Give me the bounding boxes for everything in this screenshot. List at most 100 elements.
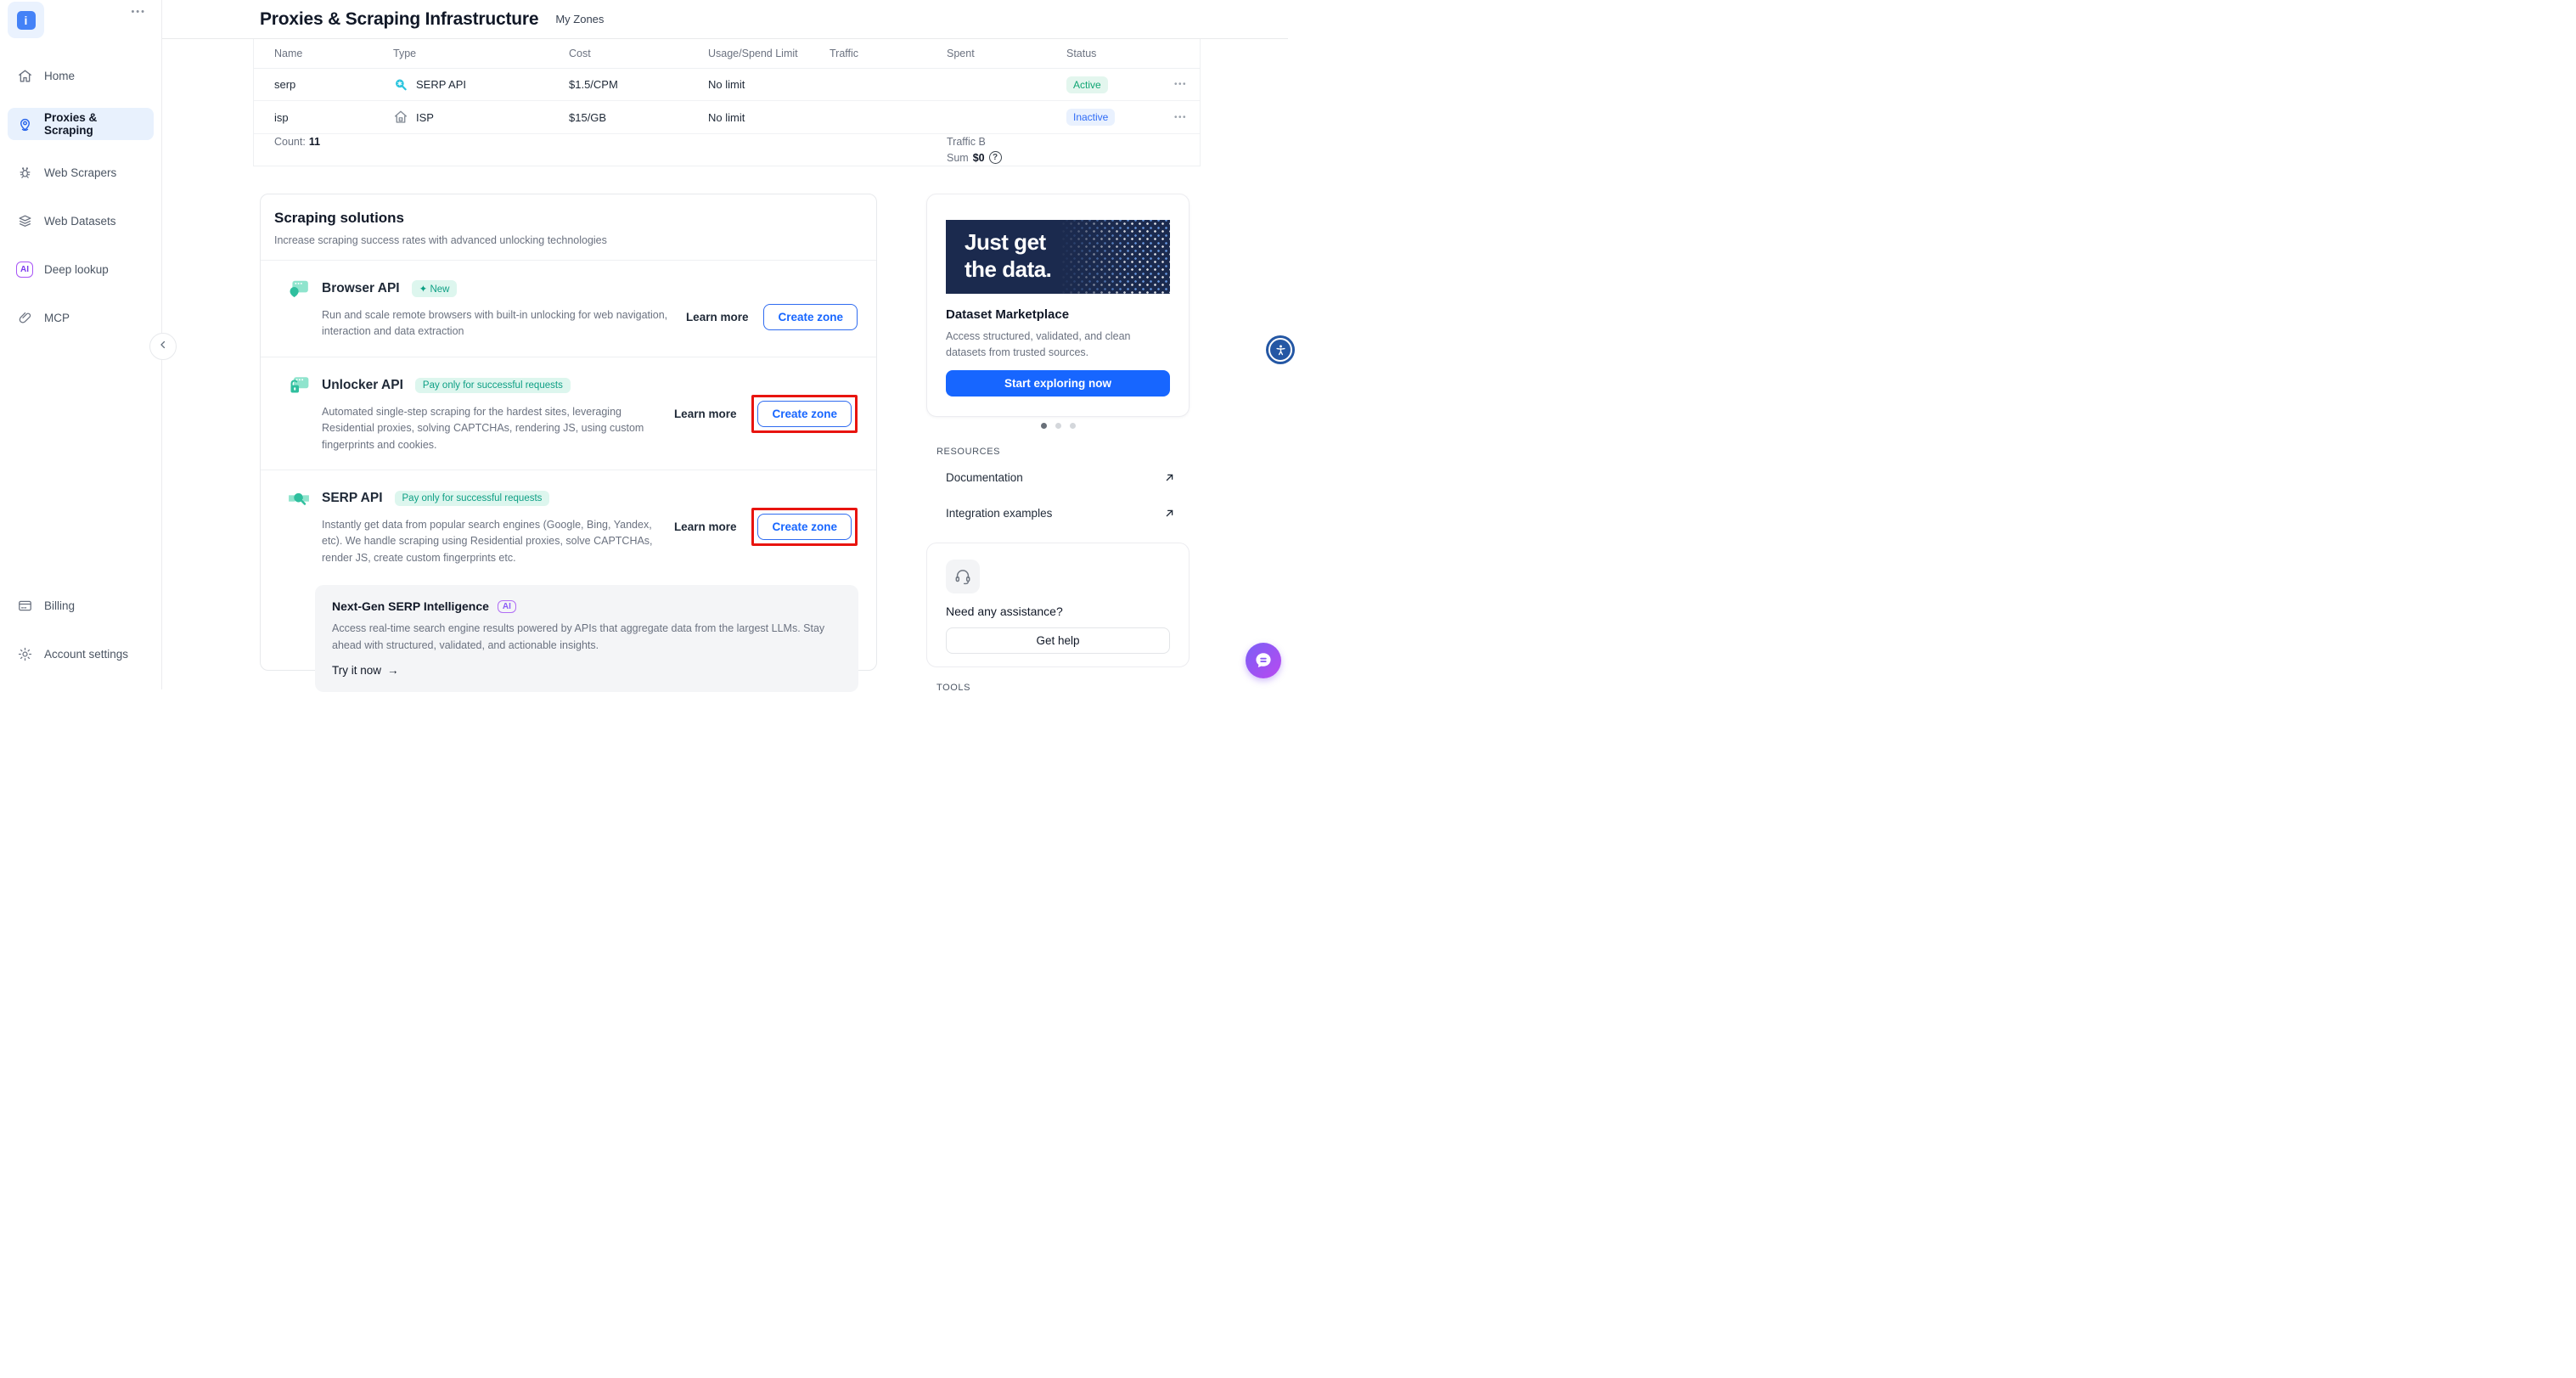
serp-api-icon	[288, 487, 310, 509]
zone-name: serp	[274, 78, 296, 91]
serp-magnifier-icon	[393, 77, 408, 93]
external-link-icon	[1166, 474, 1173, 481]
solutions-title: Scraping solutions	[274, 210, 405, 226]
table-row[interactable]: isp $ ISP $15/GB No limit Inactive •••	[254, 101, 1200, 134]
tab-my-zones[interactable]: My Zones	[555, 13, 604, 25]
table-header-row: Name Type Cost Usage/Spend Limit Traffic…	[254, 39, 1200, 69]
solution-row-serp-api: SERP API Pay only for successful request…	[261, 470, 876, 692]
sidebar-item-deep-lookup[interactable]: AI Deep lookup	[8, 253, 154, 285]
solutions-subtitle: Increase scraping success rates with adv…	[274, 234, 607, 246]
status-badge: Active	[1066, 76, 1108, 93]
create-zone-button[interactable]: Create zone	[763, 303, 858, 330]
ai-badge-icon: AI	[16, 261, 33, 278]
tools-section-title: TOOLS	[936, 683, 971, 693]
table-footer-row: Count: 11 Traffic B Sum $0 ?	[254, 134, 1200, 166]
app-root: i ••• Home Proxies & Scraping Web Scrape…	[0, 0, 1295, 693]
row-actions-ellipsis-icon[interactable]: •••	[1174, 113, 1204, 122]
paperclip-icon	[16, 309, 33, 326]
unlocker-api-icon	[288, 374, 310, 397]
sidebar-item-mcp[interactable]: MCP	[8, 301, 154, 334]
sidebar-item-label: Billing	[44, 599, 76, 612]
new-badge: ✦ New	[411, 280, 458, 297]
brand-logo[interactable]: i	[8, 2, 44, 38]
serp-intelligence-title: Next-Gen SERP Intelligence	[332, 599, 489, 614]
solution-description: Instantly get data from popular search e…	[322, 519, 653, 564]
sidebar-menu-ellipsis-icon[interactable]: •••	[131, 7, 146, 17]
table-row[interactable]: serp SERP API $1.5/CPM No limit Active •…	[254, 69, 1200, 101]
carousel-dot[interactable]	[1055, 423, 1061, 429]
try-it-now-link[interactable]: Try it now →	[332, 664, 399, 677]
create-zone-button[interactable]: Create zone	[757, 513, 852, 540]
solutions-header: Scraping solutions Increase scraping suc…	[261, 194, 876, 260]
just-get-the-data-banner: Just get the data.	[946, 220, 1170, 294]
chat-widget-button[interactable]	[1246, 643, 1281, 678]
zone-count: Count: 11	[274, 136, 321, 148]
status-badge: Inactive	[1066, 109, 1116, 126]
zones-table: Name Type Cost Usage/Spend Limit Traffic…	[253, 39, 1201, 166]
carousel-dot[interactable]	[1040, 423, 1047, 429]
solution-description: Automated single-step scraping for the h…	[322, 406, 644, 451]
sidebar-item-label: Web Datasets	[44, 214, 116, 228]
column-header-type: Type	[393, 48, 417, 59]
banner-text: Just get the data.	[965, 229, 1052, 282]
row-actions-ellipsis-icon[interactable]: •••	[1174, 80, 1204, 89]
get-help-button[interactable]: Get help	[946, 627, 1170, 654]
sidebar-collapse-button[interactable]	[149, 333, 177, 360]
sidebar-item-label: Account settings	[44, 647, 129, 661]
column-header-limit: Usage/Spend Limit	[708, 48, 798, 59]
zone-type: ISP	[416, 110, 434, 124]
solution-row-unlocker-api: Unlocker API Pay only for successful req…	[261, 357, 876, 470]
resources-title: RESOURCES	[936, 447, 1001, 457]
home-icon	[16, 67, 33, 84]
learn-more-link[interactable]: Learn more	[686, 311, 749, 323]
location-pin-icon	[16, 115, 33, 132]
ai-badge: AI	[497, 599, 516, 613]
start-exploring-button[interactable]: Start exploring now	[946, 369, 1170, 397]
brand-logo-letter: i	[24, 13, 28, 27]
sidebar-item-account-settings[interactable]: Account settings	[8, 638, 154, 670]
zone-type: SERP API	[416, 78, 467, 91]
credit-card-icon	[16, 597, 33, 614]
zone-cost: $1.5/CPM	[569, 78, 618, 91]
resource-link-documentation[interactable]: Documentation	[936, 463, 1190, 492]
learn-more-link[interactable]: Learn more	[674, 408, 737, 420]
svg-text:$: $	[400, 117, 402, 122]
sidebar-item-web-scrapers[interactable]: Web Scrapers	[8, 156, 154, 188]
headset-icon	[946, 560, 980, 593]
scraping-solutions-card: Scraping solutions Increase scraping suc…	[260, 194, 877, 692]
layers-icon	[16, 212, 33, 229]
pay-per-success-badge: Pay only for successful requests	[414, 378, 571, 393]
learn-more-link[interactable]: Learn more	[674, 520, 737, 533]
column-header-traffic: Traffic	[830, 48, 859, 59]
arrow-right-icon: →	[387, 663, 399, 677]
zone-cost: $15/GB	[569, 110, 607, 124]
page-title: Proxies & Scraping Infrastructure	[260, 8, 539, 29]
chevron-left-icon	[157, 339, 169, 355]
sidebar-item-label: Deep lookup	[44, 262, 109, 276]
carousel-dot[interactable]	[1069, 423, 1076, 429]
help-question-icon[interactable]: ?	[988, 151, 1002, 164]
create-zone-button[interactable]: Create zone	[757, 400, 852, 427]
solution-name: SERP API	[322, 491, 383, 505]
accessibility-person-icon	[1275, 345, 1285, 355]
sidebar-item-proxies-scraping[interactable]: Proxies & Scraping	[8, 108, 154, 140]
resource-link-label: Integration examples	[946, 507, 1053, 520]
pay-per-success-badge: Pay only for successful requests	[394, 491, 550, 506]
serp-intelligence-card: Next-Gen SERP Intelligence AI Access rea…	[315, 585, 858, 692]
dataset-marketplace-card: Just get the data. Dataset Marketplace A…	[926, 194, 1190, 417]
accessibility-widget-button[interactable]	[1266, 335, 1295, 364]
brand-logo-icon: i	[16, 10, 36, 30]
red-annotation-box: Create zone	[751, 507, 858, 546]
gear-icon	[16, 645, 33, 662]
zone-limit: No limit	[708, 110, 745, 124]
solution-name: Unlocker API	[322, 378, 403, 392]
sidebar-item-web-datasets[interactable]: Web Datasets	[8, 205, 154, 237]
resource-link-integration-examples[interactable]: Integration examples	[936, 498, 1190, 528]
browser-api-icon	[288, 278, 310, 300]
resource-link-label: Documentation	[946, 471, 1023, 484]
sidebar-item-home[interactable]: Home	[8, 59, 154, 92]
resources-section: RESOURCES Documentation Integration exam…	[936, 447, 1190, 528]
isp-house-icon: $	[393, 110, 408, 125]
sidebar-item-label: Web Scrapers	[44, 166, 117, 179]
sidebar-item-billing[interactable]: Billing	[8, 589, 154, 622]
